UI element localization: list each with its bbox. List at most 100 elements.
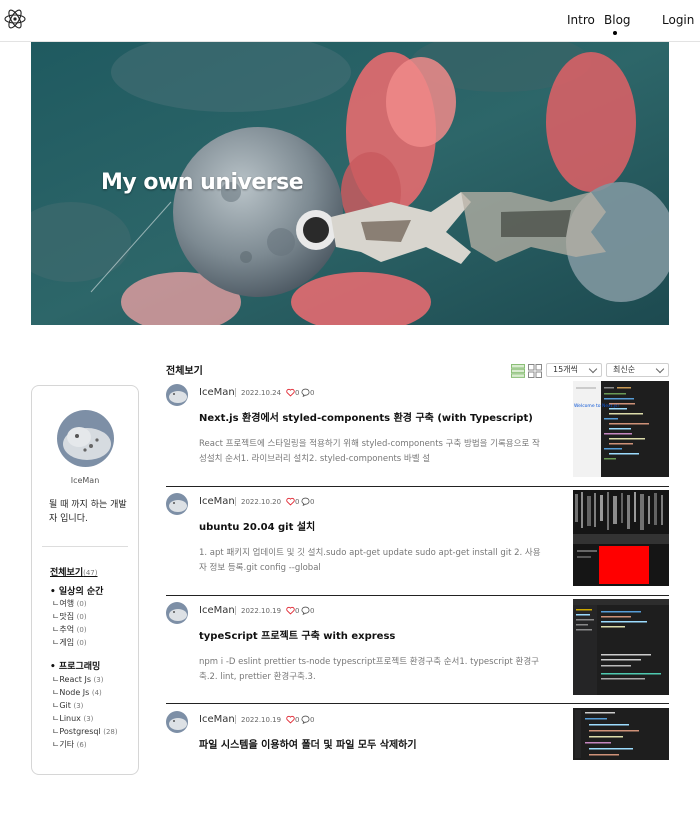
post-divider: [166, 595, 669, 596]
category-group-programming[interactable]: • 프로그래밍: [50, 659, 100, 672]
category-group-daily[interactable]: • 일상의 순간: [50, 584, 103, 597]
comment-count: 0: [310, 607, 315, 615]
comment-count: 0: [310, 498, 315, 506]
nav-active-indicator: [613, 31, 617, 35]
list-title: 전체보기: [166, 366, 203, 377]
category-item[interactable]: ㄴLinux (3): [52, 713, 93, 724]
hero-banner: My own universe: [31, 42, 669, 325]
post-divider: [166, 486, 669, 487]
post-divider: [166, 703, 669, 704]
post-thumbnail[interactable]: [573, 708, 669, 760]
category-item[interactable]: ㄴGit (3): [52, 700, 83, 711]
category-item-count: (28): [103, 728, 118, 736]
category-item-label: ㄴPostgresql: [52, 727, 101, 736]
post-thumbnail[interactable]: [573, 490, 669, 586]
like-count: 0: [295, 607, 300, 615]
page-size-value: 15개씩: [553, 365, 578, 374]
category-item-count: (0): [76, 600, 87, 608]
react-logo-icon[interactable]: [4, 8, 26, 30]
category-item[interactable]: ㄴ게임 (0): [52, 637, 87, 648]
post-title[interactable]: ubuntu 20.04 git 설치: [199, 518, 315, 533]
profile-card: IceMan 될 때 까지 하는 개발자 입니다. 전체보기(47) • 일상의…: [31, 385, 139, 775]
category-all[interactable]: 전체보기(47): [50, 565, 98, 578]
meta-divider: [235, 715, 236, 724]
divider: [42, 546, 128, 547]
category-item-label: ㄴ추억: [52, 625, 75, 634]
category-item[interactable]: ㄴ추억 (0): [52, 624, 87, 635]
category-item-label: ㄴGit: [52, 701, 71, 710]
avatar[interactable]: [57, 410, 114, 467]
meta-divider: [235, 606, 236, 615]
comment-count: 0: [310, 716, 315, 724]
grid-view-icon[interactable]: [528, 363, 542, 378]
post-author[interactable]: IceMan: [199, 605, 235, 616]
category-item-count: (3): [93, 676, 104, 684]
meta-divider: [235, 388, 236, 397]
heart-icon[interactable]: [286, 606, 295, 615]
category-item-label: ㄴReact Js: [52, 675, 91, 684]
like-count: 0: [295, 716, 300, 724]
meta-divider: [235, 497, 236, 506]
nav-blog[interactable]: Blog: [604, 13, 631, 27]
post-date: 2022.10.19: [241, 607, 282, 615]
post-item[interactable]: IceMan 2022.10.19 0 0 파일 시스템을 이용하여 폴더 및 …: [166, 708, 669, 813]
post-item[interactable]: IceMan 2022.10.24 0 0 Next.js 환경에서 style…: [166, 381, 669, 486]
heart-icon[interactable]: [286, 497, 295, 506]
list-view-icon[interactable]: [511, 363, 525, 378]
post-title[interactable]: typeScript 프로젝트 구축 with express: [199, 627, 395, 642]
category-item[interactable]: ㄴ기타 (6): [52, 739, 87, 750]
category-item[interactable]: ㄴPostgresql (28): [52, 726, 118, 737]
post-date: 2022.10.24: [241, 389, 282, 397]
chevron-down-icon: [655, 364, 665, 374]
category-item[interactable]: ㄴNode Js (4): [52, 687, 102, 698]
post-date: 2022.10.19: [241, 716, 282, 724]
post-author[interactable]: IceMan: [199, 496, 235, 507]
heart-icon[interactable]: [286, 715, 295, 724]
sort-select[interactable]: 최신순: [606, 363, 669, 377]
post-thumbnail[interactable]: Welcome to Next.js!: [573, 381, 669, 477]
post-date: 2022.10.20: [241, 498, 282, 506]
comment-icon[interactable]: [301, 606, 310, 615]
comment-icon[interactable]: [301, 497, 310, 506]
category-item-count: (0): [76, 626, 87, 634]
profile-bio: 될 때 까지 하는 개발자 입니다.: [49, 500, 127, 524]
category-item-label: ㄴLinux: [52, 714, 81, 723]
post-excerpt: React 프로젝트에 스타일링을 적용하기 위해 styled-compone…: [199, 439, 540, 464]
comment-icon[interactable]: [301, 715, 310, 724]
post-excerpt: npm i -D eslint prettier ts-node typescr…: [199, 657, 540, 682]
like-count: 0: [295, 389, 300, 397]
category-item-count: (4): [91, 689, 102, 697]
profile-name: IceMan: [70, 476, 100, 485]
author-avatar: [166, 602, 188, 624]
nav-login[interactable]: Login: [662, 13, 694, 27]
heart-icon[interactable]: [286, 388, 295, 397]
post-item[interactable]: IceMan 2022.10.19 0 0 typeScript 프로젝트 구축…: [166, 599, 669, 704]
comment-icon[interactable]: [301, 388, 310, 397]
chevron-down-icon: [588, 364, 598, 374]
post-title[interactable]: Next.js 환경에서 styled-components 환경 구축 (wi…: [199, 409, 533, 424]
category-item-label: ㄴ여행: [52, 599, 75, 608]
author-avatar: [166, 711, 188, 733]
category-item[interactable]: ㄴ맛집 (0): [52, 611, 87, 622]
post-item[interactable]: IceMan 2022.10.20 0 0 ubuntu 20.04 git 설…: [166, 490, 669, 595]
category-item-label: ㄴ기타: [52, 740, 75, 749]
like-count: 0: [295, 498, 300, 506]
author-avatar: [166, 384, 188, 406]
category-item-count: (3): [83, 715, 94, 723]
category-item[interactable]: ㄴReact Js (3): [52, 674, 103, 685]
category-item-count: (0): [76, 639, 87, 647]
nav-intro[interactable]: Intro: [567, 13, 595, 27]
page-size-select[interactable]: 15개씩: [546, 363, 602, 377]
hero-title: My own universe: [101, 170, 304, 195]
category-all-label: 전체보기: [50, 568, 84, 578]
post-author[interactable]: IceMan: [199, 714, 235, 725]
category-item-label: ㄴ게임: [52, 638, 75, 647]
post-thumbnail[interactable]: [573, 599, 669, 695]
category-item[interactable]: ㄴ여행 (0): [52, 598, 87, 609]
post-author[interactable]: IceMan: [199, 387, 235, 398]
category-item-label: ㄴ맛집: [52, 612, 75, 621]
category-item-count: (6): [76, 741, 87, 749]
top-header: Intro Blog Login: [0, 0, 700, 42]
category-item-count: (3): [73, 702, 84, 710]
post-title[interactable]: 파일 시스템을 이용하여 폴더 및 파일 모두 삭제하기: [199, 736, 417, 751]
